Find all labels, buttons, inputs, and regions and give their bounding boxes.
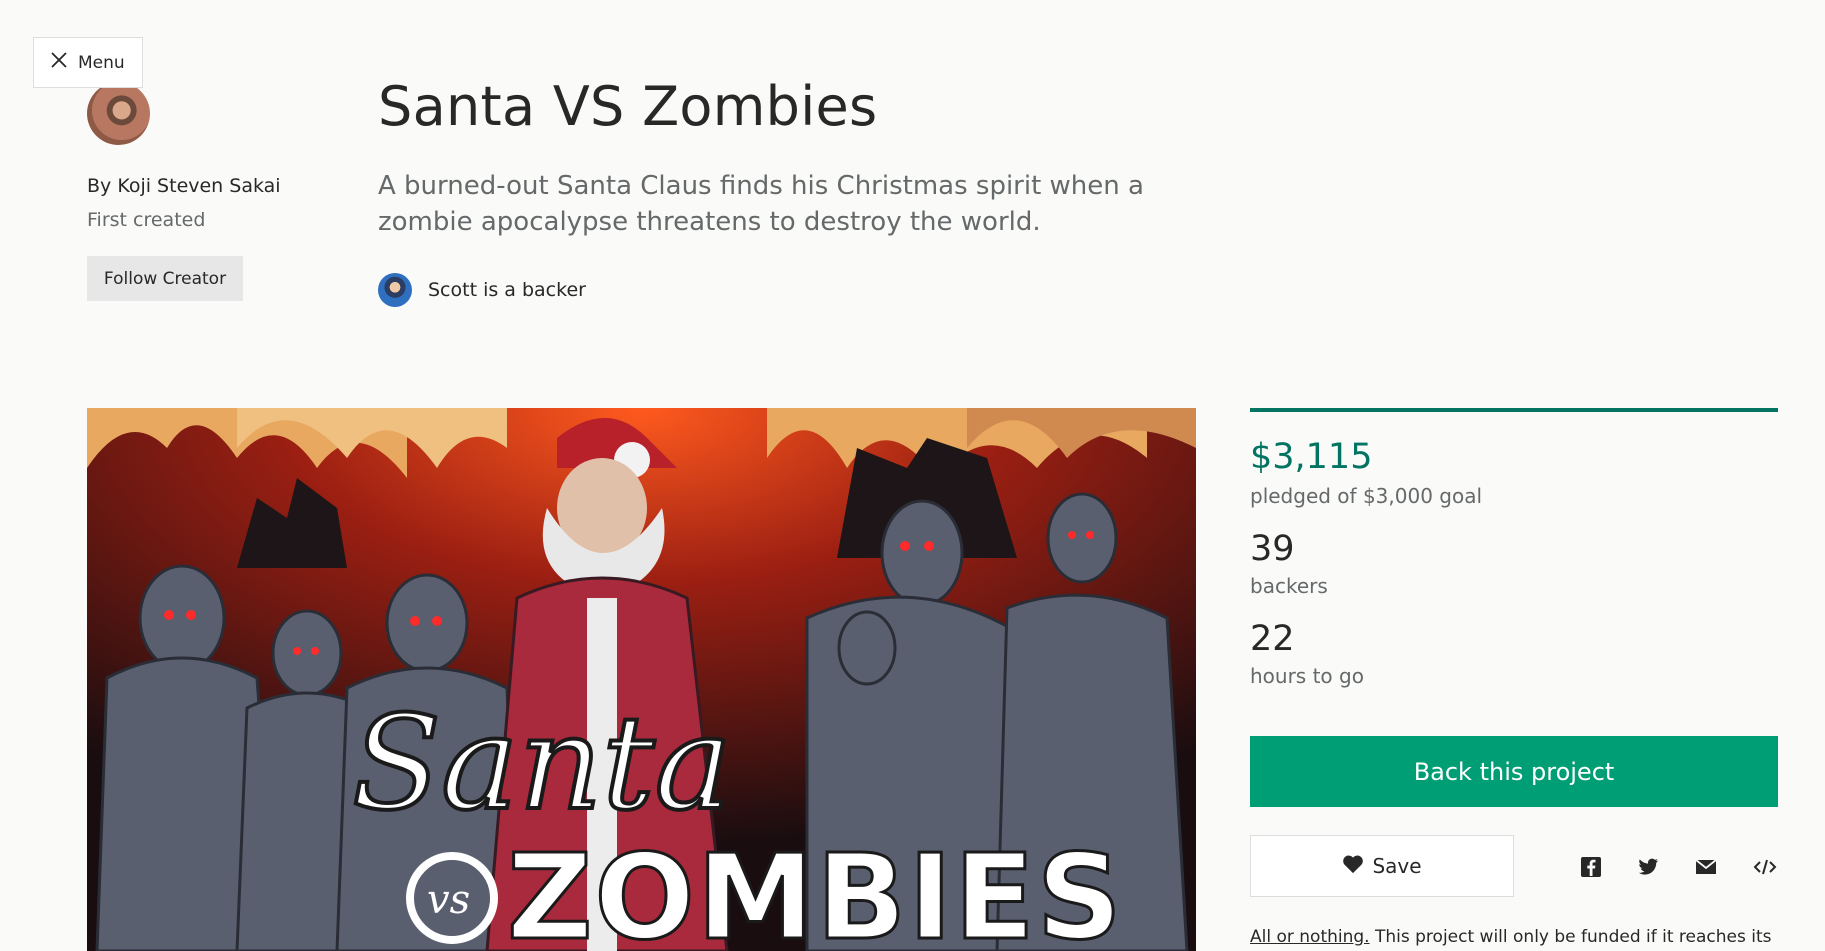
backers-count: 39 [1250, 529, 1295, 569]
all-or-nothing-note: All or nothing. This project will only b… [1250, 927, 1772, 947]
backer-avatar [378, 273, 412, 307]
friend-backer: Scott is a backer [378, 273, 586, 307]
time-left-label: hours to go [1250, 664, 1364, 688]
backer-note: Scott is a backer [428, 279, 586, 301]
menu-button[interactable]: Menu [33, 37, 143, 88]
pledged-amount: $3,115 [1250, 437, 1373, 477]
project-hero-image[interactable]: Santa vs ZOMBIES [87, 408, 1196, 951]
time-left-count: 22 [1250, 619, 1295, 659]
save-button[interactable]: Save [1250, 835, 1514, 897]
hero-logo-vs: vs [427, 877, 470, 923]
hero-logo-santa: Santa [352, 687, 732, 839]
all-or-nothing-text: This project will only be funded if it r… [1369, 927, 1772, 947]
embed-icon[interactable] [1753, 855, 1777, 879]
project-blurb: A burned-out Santa Claus finds his Chris… [378, 171, 1144, 237]
facebook-icon[interactable] [1579, 855, 1603, 879]
twitter-icon[interactable] [1636, 855, 1660, 879]
back-this-project-button[interactable]: Back this project [1250, 736, 1778, 807]
backers-label: backers [1250, 574, 1328, 598]
hero-logo-zombies: ZOMBIES [507, 828, 1124, 951]
funding-progress-bar [1250, 408, 1778, 412]
project-title: Santa VS Zombies [378, 75, 878, 138]
creator-first-created: First created [87, 209, 206, 231]
email-icon[interactable] [1694, 855, 1718, 879]
creator-name[interactable]: By Koji Steven Sakai [87, 175, 281, 197]
project-page: Menu By Koji Steven Sakai First created … [0, 0, 1825, 951]
close-icon [50, 51, 68, 74]
heart-icon [1342, 854, 1364, 879]
follow-creator-button[interactable]: Follow Creator [87, 256, 243, 301]
creator-avatar[interactable] [87, 82, 150, 145]
save-label: Save [1372, 854, 1422, 878]
pledged-goal-label: pledged of $3,000 goal [1250, 484, 1483, 508]
all-or-nothing-link[interactable]: All or nothing. [1250, 927, 1370, 947]
funding-progress-fill [1250, 408, 1778, 412]
menu-label: Menu [78, 52, 125, 73]
